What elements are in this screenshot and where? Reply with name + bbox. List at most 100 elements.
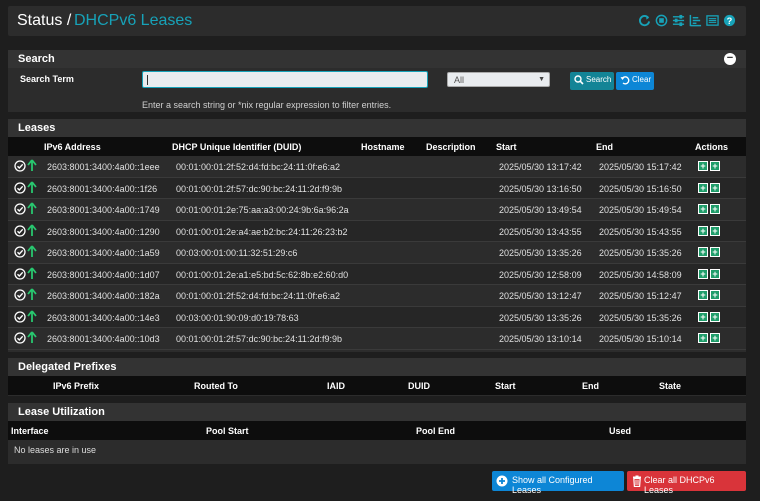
lease-ipv6-address: 2603:8001:3400:4a00::1d07 [47, 269, 160, 280]
col-end[interactable]: End [596, 142, 613, 152]
add-wol-mapping-icon[interactable]: + [710, 225, 720, 236]
table-row: 2603:8001:3400:4a00::10d3 00:01:00:01:2f:… [8, 328, 746, 350]
arrow-up-icon [27, 180, 37, 193]
col-ipv6-address[interactable]: IPv6 Address [44, 142, 101, 152]
col-prefix-start[interactable]: Start [495, 381, 516, 391]
search-button[interactable]: Search [570, 72, 614, 90]
add-static-mapping-icon[interactable]: + [698, 333, 708, 343]
col-prefix-end[interactable]: End [582, 381, 599, 391]
help-icon[interactable]: ? [723, 14, 736, 27]
table-row: 2603:8001:3400:4a00::1eee 00:01:00:01:2f:… [8, 156, 746, 178]
add-static-mapping-icon[interactable]: + [698, 311, 708, 322]
lease-end: 2025/05/30 15:10:14 [599, 334, 682, 344]
clear-all-leases-button[interactable]: Clear all DHCPv6 Leases [627, 471, 746, 495]
col-iaid[interactable]: IAID [327, 381, 345, 391]
col-start[interactable]: Start [496, 142, 517, 152]
lease-actions: + + [698, 161, 720, 171]
add-wol-mapping-icon[interactable]: + [710, 247, 720, 257]
collapse-icon[interactable]: − [724, 53, 736, 65]
add-static-mapping-icon[interactable]: + [698, 290, 708, 300]
lease-end: 2025/05/30 15:17:42 [599, 162, 682, 172]
add-wol-mapping-icon[interactable]: + [710, 311, 720, 322]
add-static-mapping-icon[interactable]: + [698, 268, 708, 279]
lease-duid: 00:01:00:01:2f:57:dc:90:bc:24:11:2d:f9:9… [176, 183, 342, 194]
col-routed-to[interactable]: Routed To [194, 381, 238, 391]
lease-duid: 00:01:00:01:2e:a4:ae:b2:bc:24:11:26:23:b… [176, 226, 348, 237]
lease-duid: 00:03:00:01:00:11:32:51:29:c6 [176, 248, 298, 258]
check-circle-icon [14, 310, 26, 323]
col-pool-end[interactable]: Pool End [416, 426, 455, 436]
lease-actions: + + [698, 290, 720, 300]
col-duid[interactable]: DHCP Unique Identifier (DUID) [172, 142, 301, 152]
add-static-mapping-icon[interactable]: + [698, 204, 708, 214]
show-all-configured-leases-button[interactable]: Show all Configured Leases [492, 471, 624, 495]
col-pool-start[interactable]: Pool Start [206, 426, 249, 436]
check-circle-icon [14, 160, 26, 172]
leases-table-header: IPv6 Address DHCP Unique Identifier (DUI… [8, 137, 746, 156]
lease-actions: + + [698, 268, 720, 279]
arrow-up-icon [27, 159, 37, 171]
col-hostname[interactable]: Hostname [361, 142, 405, 152]
search-icon [574, 75, 584, 85]
settings-sliders-icon[interactable] [672, 14, 685, 27]
add-wol-mapping-icon[interactable]: + [710, 204, 720, 214]
stop-icon[interactable] [655, 14, 668, 27]
lease-start: 2025/05/30 13:49:54 [499, 205, 582, 215]
lease-start: 2025/05/30 12:58:09 [499, 269, 582, 280]
arrow-up-icon [27, 223, 37, 236]
col-prefix-state[interactable]: State [659, 381, 681, 391]
arrow-up-icon [27, 331, 37, 343]
leases-panel: Leases IPv6 Address DHCP Unique Identifi… [8, 119, 746, 352]
delegated-prefixes-title: Delegated Prefixes [8, 358, 746, 376]
undo-icon [620, 76, 630, 85]
search-filter-select[interactable]: All ▼ [447, 72, 550, 87]
header-icons: ? [638, 14, 736, 27]
add-wol-mapping-icon[interactable]: + [710, 161, 720, 171]
lease-ipv6-address: 2603:8001:3400:4a00::182a [47, 291, 160, 301]
search-panel: Search − Search Term All ▼ Search Clear E… [8, 50, 746, 112]
lease-actions: + + [698, 182, 720, 193]
clear-button[interactable]: Clear [616, 72, 654, 90]
breadcrumb-section[interactable]: Status / [17, 12, 71, 30]
list-icon[interactable] [706, 14, 719, 27]
table-row: 2603:8001:3400:4a00::1749 00:01:00:01:2e:… [8, 199, 746, 221]
add-wol-mapping-icon[interactable]: + [710, 268, 720, 279]
add-static-mapping-icon[interactable]: + [698, 247, 708, 257]
lease-start: 2025/05/30 13:43:55 [499, 226, 582, 237]
add-wol-mapping-icon[interactable]: + [710, 333, 720, 343]
breadcrumb: Status / DHCPv6 Leases ? [8, 6, 746, 36]
check-circle-icon [14, 224, 26, 237]
lease-end: 2025/05/30 15:12:47 [599, 291, 682, 301]
search-help-text: Enter a search string or *nix regular ex… [142, 100, 392, 110]
lease-end: 2025/05/30 15:16:50 [599, 183, 682, 194]
arrow-up-icon [27, 288, 37, 300]
refresh-icon[interactable] [638, 14, 651, 27]
search-input[interactable] [142, 71, 428, 88]
add-static-mapping-icon[interactable]: + [698, 225, 708, 236]
col-interface[interactable]: Interface [11, 426, 49, 436]
table-row: 2603:8001:3400:4a00::1290 00:01:00:01:2e:… [8, 220, 746, 242]
add-wol-mapping-icon[interactable]: + [710, 290, 720, 300]
lease-actions: + + [698, 247, 720, 257]
col-used[interactable]: Used [609, 426, 631, 436]
table-row: 2603:8001:3400:4a00::1f26 00:01:00:01:2f:… [8, 177, 746, 199]
add-static-mapping-icon[interactable]: + [698, 161, 708, 171]
arrow-up-icon [27, 266, 37, 279]
add-static-mapping-icon[interactable]: + [698, 182, 708, 193]
lease-start: 2025/05/30 13:17:42 [499, 162, 582, 172]
lease-start: 2025/05/30 13:12:47 [499, 291, 582, 301]
add-wol-mapping-icon[interactable]: + [710, 182, 720, 193]
prefixes-table-header: IPv6 Prefix Routed To IAID DUID Start En… [8, 376, 746, 395]
chart-icon[interactable] [689, 14, 702, 27]
svg-text:?: ? [727, 16, 733, 26]
check-circle-icon [14, 332, 26, 344]
col-ipv6-prefix[interactable]: IPv6 Prefix [53, 381, 99, 391]
lease-duid: 00:01:00:01:2f:57:dc:90:bc:24:11:2d:f9:9… [176, 334, 342, 344]
col-prefix-duid[interactable]: DUID [408, 381, 430, 391]
lease-ipv6-address: 2603:8001:3400:4a00::1a59 [47, 248, 160, 258]
lease-end: 2025/05/30 15:43:55 [599, 226, 682, 237]
check-circle-icon [14, 267, 26, 280]
lease-duid: 00:01:00:01:2f:52:d4:fd:bc:24:11:0f:e6:a… [176, 162, 340, 172]
col-description[interactable]: Description [426, 142, 476, 152]
col-actions: Actions [695, 142, 729, 152]
